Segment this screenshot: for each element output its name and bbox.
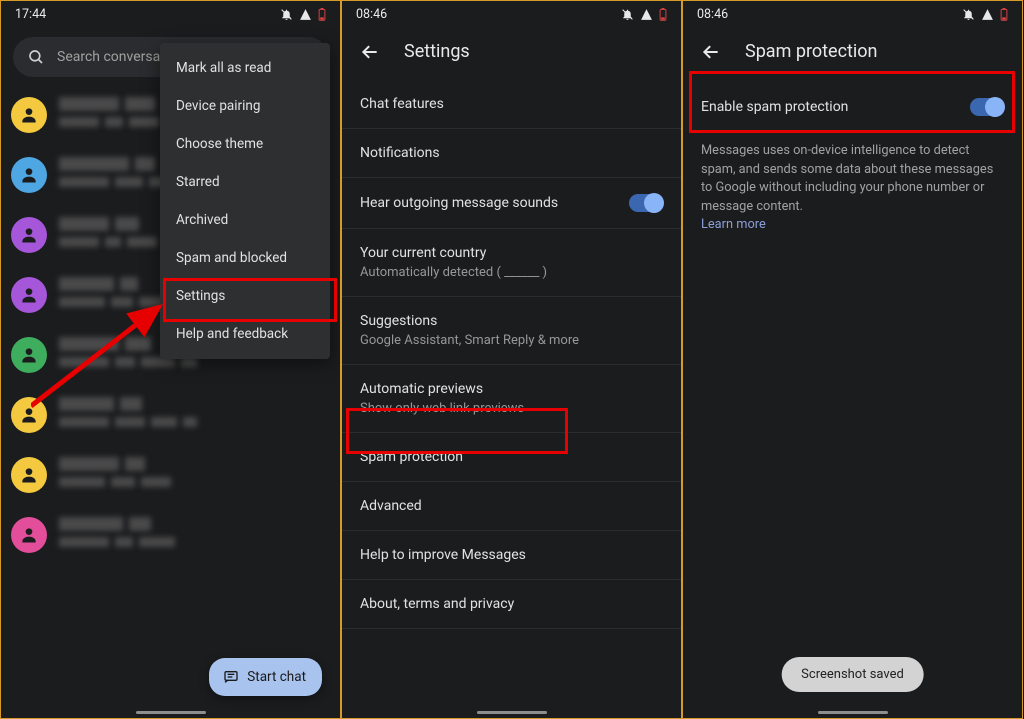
toggle-switch[interactable] bbox=[629, 194, 663, 212]
menu-item-starred[interactable]: Starred bbox=[160, 163, 330, 201]
menu-item-settings[interactable]: Settings bbox=[160, 277, 330, 315]
signal-icon bbox=[299, 8, 312, 21]
screen-spam-protection: 08:46 Spam protection Enable spam protec… bbox=[682, 0, 1023, 719]
status-time: 08:46 bbox=[697, 7, 728, 22]
settings-list: Chat features Notifications Hear outgoing … bbox=[342, 80, 681, 629]
signal-icon bbox=[981, 8, 994, 21]
setting-label: Help to improve Messages bbox=[360, 547, 663, 563]
screen-messages-home: 17:44 Search conversati Mark all as read… bbox=[0, 0, 341, 719]
toast-screenshot-saved: Screenshot saved bbox=[781, 657, 924, 692]
toggle-label: Enable spam protection bbox=[701, 99, 848, 115]
status-bar: 08:46 bbox=[683, 1, 1022, 27]
conversation-preview bbox=[59, 217, 157, 247]
status-icons bbox=[962, 8, 1008, 21]
fab-label: Start chat bbox=[247, 669, 306, 685]
setting-label: Hear outgoing message sounds bbox=[360, 195, 558, 211]
nav-handle[interactable] bbox=[477, 711, 547, 714]
conversation-preview bbox=[59, 397, 197, 427]
battery-low-icon bbox=[318, 8, 326, 21]
status-icons bbox=[621, 8, 667, 21]
avatar bbox=[11, 217, 47, 253]
back-icon[interactable] bbox=[701, 42, 721, 62]
avatar bbox=[11, 277, 47, 313]
setting-label: Automatic previews bbox=[360, 381, 663, 397]
chat-icon bbox=[223, 669, 239, 685]
page-title: Settings bbox=[404, 41, 470, 62]
bell-off-icon bbox=[962, 8, 975, 21]
setting-hear-outgoing-message-sounds[interactable]: Hear outgoing message sounds bbox=[342, 178, 681, 229]
title-bar: Spam protection bbox=[683, 27, 1022, 80]
setting-label: Suggestions bbox=[360, 313, 663, 329]
avatar bbox=[11, 397, 47, 433]
search-icon bbox=[27, 48, 45, 66]
bell-off-icon bbox=[621, 8, 634, 21]
setting-label: Notifications bbox=[360, 145, 663, 161]
setting-help-to-improve-messages[interactable]: Help to improve Messages bbox=[342, 531, 681, 580]
enable-spam-toggle-row[interactable]: Enable spam protection bbox=[683, 80, 1022, 136]
conversation-item[interactable] bbox=[11, 397, 330, 433]
setting-label: About, terms and privacy bbox=[360, 596, 663, 612]
status-icons bbox=[280, 8, 326, 21]
setting-automatic-previews[interactable]: Automatic previews Show only web link pre… bbox=[342, 365, 681, 433]
menu-item-spam-and-blocked[interactable]: Spam and blocked bbox=[160, 239, 330, 277]
nav-handle[interactable] bbox=[136, 711, 206, 714]
learn-more-link[interactable]: Learn more bbox=[701, 217, 766, 232]
start-chat-fab[interactable]: Start chat bbox=[209, 658, 322, 696]
conversation-item[interactable] bbox=[11, 457, 330, 493]
bell-off-icon bbox=[280, 8, 293, 21]
setting-label: Advanced bbox=[360, 498, 663, 514]
setting-label: Chat features bbox=[360, 96, 663, 112]
setting-about-terms-and-privacy[interactable]: About, terms and privacy bbox=[342, 580, 681, 629]
search-placeholder: Search conversati bbox=[57, 49, 168, 65]
back-icon[interactable] bbox=[360, 42, 380, 62]
title-bar: Settings bbox=[342, 27, 681, 80]
screen-settings: 08:46 Settings Chat features Notification… bbox=[341, 0, 682, 719]
menu-item-help-and-feedback[interactable]: Help and feedback bbox=[160, 315, 330, 353]
page-title: Spam protection bbox=[745, 41, 877, 62]
status-time: 08:46 bbox=[356, 7, 387, 22]
conversation-preview bbox=[59, 517, 175, 547]
setting-spam-protection[interactable]: Spam protection bbox=[342, 433, 681, 482]
status-bar: 08:46 bbox=[342, 1, 681, 27]
status-time: 17:44 bbox=[15, 7, 46, 22]
setting-notifications[interactable]: Notifications bbox=[342, 129, 681, 178]
signal-icon bbox=[640, 8, 653, 21]
setting-chat-features[interactable]: Chat features bbox=[342, 80, 681, 129]
setting-suggestions[interactable]: Suggestions Google Assistant, Smart Reply… bbox=[342, 297, 681, 365]
avatar bbox=[11, 517, 47, 553]
menu-item-mark-all-as-read[interactable]: Mark all as read bbox=[160, 49, 330, 87]
menu-item-archived[interactable]: Archived bbox=[160, 201, 330, 239]
setting-advanced[interactable]: Advanced bbox=[342, 482, 681, 531]
setting-sublabel: Show only web link previews bbox=[360, 401, 663, 416]
avatar bbox=[11, 157, 47, 193]
toggle-switch[interactable] bbox=[970, 98, 1004, 116]
avatar bbox=[11, 457, 47, 493]
setting-sublabel: Automatically detected ( ______ ) bbox=[360, 265, 663, 280]
status-bar: 17:44 bbox=[1, 1, 340, 27]
spam-description: Messages uses on-device intelligence to … bbox=[683, 136, 1022, 235]
setting-label: Spam protection bbox=[360, 449, 663, 465]
avatar bbox=[11, 97, 47, 133]
conversation-item[interactable] bbox=[11, 517, 330, 553]
setting-label: Your current country bbox=[360, 245, 663, 261]
battery-low-icon bbox=[659, 8, 667, 21]
menu-item-device-pairing[interactable]: Device pairing bbox=[160, 87, 330, 125]
conversation-preview bbox=[59, 457, 171, 487]
setting-your-current-country[interactable]: Your current country Automatically detect… bbox=[342, 229, 681, 297]
battery-low-icon bbox=[1000, 8, 1008, 21]
avatar bbox=[11, 337, 47, 373]
overflow-menu: Mark all as readDevice pairingChoose the… bbox=[160, 43, 330, 359]
menu-item-choose-theme[interactable]: Choose theme bbox=[160, 125, 330, 163]
nav-handle[interactable] bbox=[818, 711, 888, 714]
setting-sublabel: Google Assistant, Smart Reply & more bbox=[360, 333, 663, 348]
